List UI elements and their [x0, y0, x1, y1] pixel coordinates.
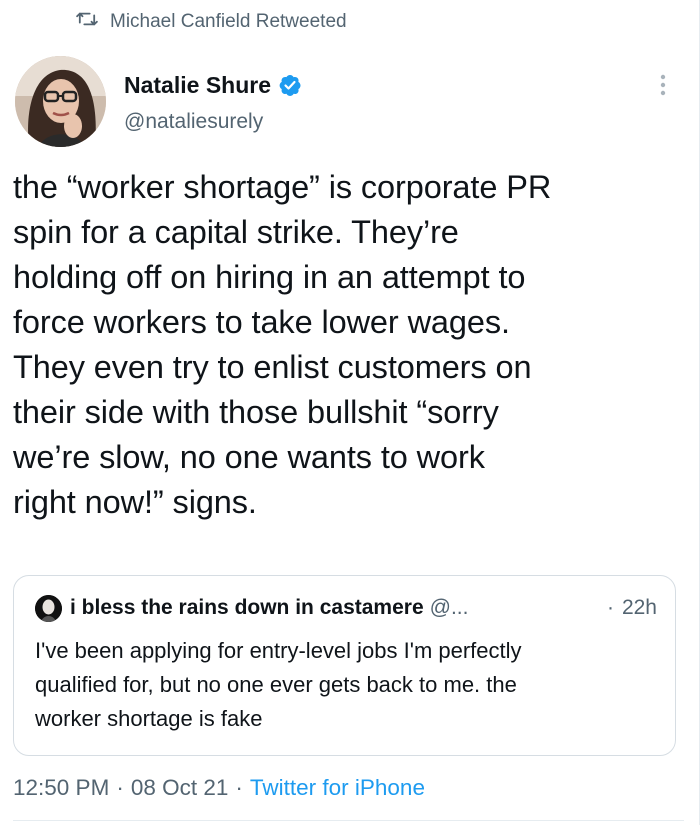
quoted-tweet-text: I've been applying for entry-level jobs …	[35, 638, 522, 731]
quoted-separator: ·	[606, 596, 614, 619]
author-block: Natalie Shure @nataliesurely	[124, 68, 302, 134]
quoted-tweet-header: i bless the rains down in castamere @...…	[35, 594, 657, 622]
author-handle[interactable]: @nataliesurely	[124, 110, 302, 134]
tweet-text: the “worker shortage” is corporate PR sp…	[13, 169, 552, 520]
verified-badge-icon	[278, 73, 302, 97]
author-name[interactable]: Natalie Shure	[124, 72, 271, 99]
tweet-time[interactable]: 12:50 PM	[13, 775, 109, 801]
quoted-author-avatar	[35, 594, 62, 622]
quoted-author-name[interactable]: i bless the rains down in castamere	[70, 596, 424, 620]
quoted-timestamp[interactable]: 22h	[622, 596, 657, 620]
quoted-tweet-card[interactable]: i bless the rains down in castamere @...…	[13, 575, 676, 756]
retweet-context: Michael Canfield Retweeted	[76, 10, 347, 34]
divider	[13, 820, 684, 821]
meta-separator: ·	[116, 775, 124, 800]
more-options-button[interactable]	[651, 72, 675, 102]
author-avatar[interactable]	[15, 56, 106, 147]
meta-separator: ·	[235, 775, 243, 800]
retweet-icon	[76, 10, 98, 34]
tweet-source-link[interactable]: Twitter for iPhone	[250, 775, 425, 801]
retweet-context-text[interactable]: Michael Canfield Retweeted	[110, 11, 347, 33]
tweet-card: Michael Canfield Retweeted Natalie Shure	[0, 0, 700, 825]
more-vertical-icon	[660, 74, 666, 101]
quoted-author-handle[interactable]: @...	[430, 596, 469, 620]
tweet-meta: 12:50 PM · 08 Oct 21 · Twitter for iPhon…	[13, 772, 425, 804]
tweet-date[interactable]: 08 Oct 21	[131, 775, 229, 801]
